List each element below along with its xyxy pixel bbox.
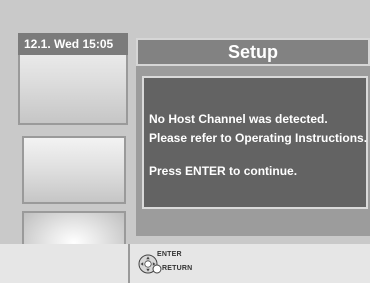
preview-thumbnail-2 bbox=[22, 136, 126, 204]
message-line-3: Press ENTER to continue. bbox=[149, 164, 298, 178]
bottom-divider bbox=[128, 244, 130, 283]
return-circle-icon[interactable] bbox=[152, 264, 162, 274]
enter-label: ENTER bbox=[157, 251, 182, 258]
button-guide-bar bbox=[0, 244, 370, 283]
message-line-2: Please refer to Operating Instructions. bbox=[149, 131, 368, 145]
return-label: RETURN bbox=[162, 265, 193, 272]
date-time-display: 12.1. Wed 15:05 bbox=[18, 33, 128, 55]
message-line-1: No Host Channel was detected. bbox=[149, 112, 328, 126]
setup-title: Setup bbox=[136, 38, 370, 66]
message-box: No Host Channel was detected. Please ref… bbox=[142, 76, 368, 209]
